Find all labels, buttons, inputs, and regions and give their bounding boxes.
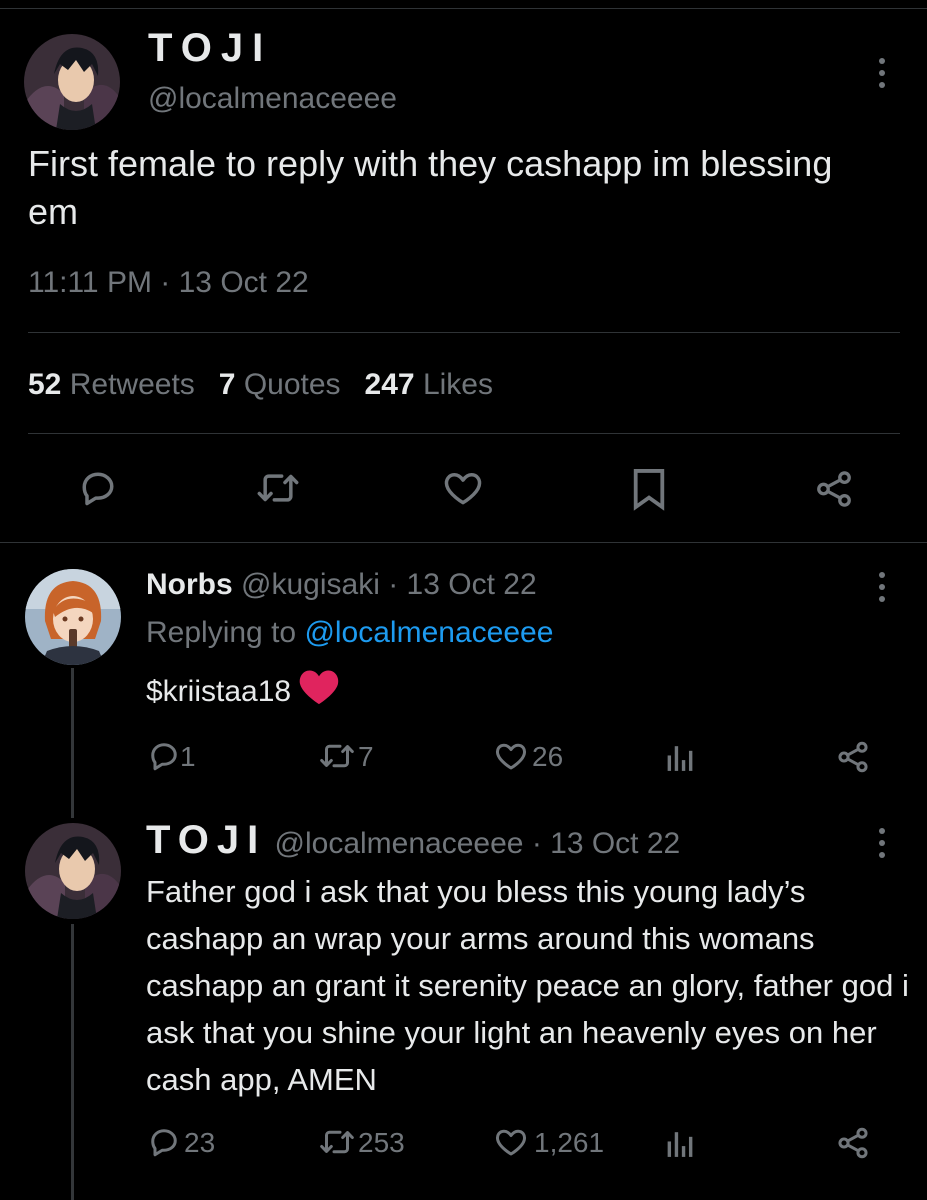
- author-handle[interactable]: @kugisaki: [241, 568, 380, 601]
- reply-count: 1: [180, 741, 196, 772]
- author-name[interactable]: TOJI: [146, 818, 266, 862]
- red-heart-emoji-icon: [297, 666, 341, 720]
- retweet-icon[interactable]: [316, 1124, 358, 1160]
- replying-to-link[interactable]: @localmenaceeee: [304, 616, 553, 649]
- retweet-count: 7: [358, 741, 374, 772]
- retweet-icon[interactable]: [316, 738, 358, 774]
- author-name[interactable]: Norbs: [146, 568, 233, 601]
- norbs-avatar-image: [25, 569, 121, 665]
- reply-count: 23: [184, 1127, 216, 1158]
- toji-avatar-image: [24, 34, 120, 130]
- retweets-label: Retweets: [69, 368, 195, 401]
- analytics-icon[interactable]: [664, 740, 696, 774]
- like-icon[interactable]: [492, 738, 530, 774]
- quotes-stat[interactable]: 7 Quotes: [219, 368, 341, 401]
- tweet-stats: 52 Retweets 7 Quotes 247 Likes: [28, 368, 493, 402]
- reply-icon[interactable]: [145, 1124, 183, 1160]
- tweet-action-bar: [0, 462, 927, 518]
- replying-to: Replying to @localmenaceeee: [146, 616, 553, 650]
- analytics-icon[interactable]: [664, 1126, 696, 1160]
- more-options-icon[interactable]: [876, 826, 888, 866]
- like-icon[interactable]: [492, 1124, 530, 1160]
- share-icon[interactable]: [834, 1125, 872, 1161]
- tweet-timestamp[interactable]: 11:11 PM · 13 Oct 22: [28, 266, 309, 300]
- author-handle[interactable]: @localmenaceeee: [148, 82, 397, 116]
- more-options-icon[interactable]: [876, 56, 888, 96]
- like-count: 1,261: [534, 1127, 605, 1158]
- quotes-label: Quotes: [243, 368, 341, 401]
- tweet-text: First female to reply with they cashapp …: [28, 143, 833, 232]
- divider: [28, 433, 900, 434]
- like-icon[interactable]: [440, 466, 486, 510]
- author-name[interactable]: TOJI: [148, 26, 272, 71]
- likes-stat[interactable]: 247 Likes: [365, 368, 493, 401]
- reply-header: TOJI @localmenaceeee · 13 Oct 22: [146, 818, 680, 863]
- reply-date[interactable]: · 13 Oct 22: [532, 827, 680, 860]
- bookmark-icon[interactable]: [630, 466, 668, 512]
- toji-avatar-image: [25, 823, 121, 919]
- quotes-count: 7: [218, 368, 236, 401]
- reply-date[interactable]: · 13 Oct 22: [388, 568, 536, 601]
- author-handle[interactable]: @localmenaceeee: [275, 827, 524, 860]
- thread-connector-line: [71, 668, 74, 818]
- retweets-stat[interactable]: 52 Retweets: [28, 368, 195, 401]
- reply-icon[interactable]: [76, 466, 120, 510]
- avatar[interactable]: [25, 569, 121, 665]
- tweet-thread-page: TOJI @localmenaceeee First female to rep…: [0, 0, 927, 1200]
- replying-prefix: Replying to: [146, 616, 297, 649]
- like-count: 26: [532, 741, 564, 772]
- likes-label: Likes: [422, 368, 493, 401]
- divider: [0, 542, 927, 543]
- reply-text-content: $kriistaa18: [146, 674, 292, 708]
- likes-count: 247: [364, 368, 415, 401]
- avatar[interactable]: [24, 34, 120, 130]
- reply-icon[interactable]: [145, 738, 183, 774]
- share-icon[interactable]: [812, 468, 856, 510]
- retweet-icon[interactable]: [254, 466, 302, 510]
- avatar[interactable]: [25, 823, 121, 919]
- divider: [28, 332, 900, 333]
- retweets-count: 52: [28, 368, 62, 401]
- more-options-icon[interactable]: [876, 570, 888, 610]
- reply-text: Father god i ask that you bless this you…: [146, 874, 909, 1097]
- reply-text: $kriistaa18: [146, 666, 341, 720]
- thread-connector-line: [71, 924, 74, 1200]
- reply-header: Norbs @kugisaki · 13 Oct 22: [146, 568, 537, 602]
- retweet-count: 253: [358, 1127, 405, 1158]
- share-icon[interactable]: [834, 739, 872, 775]
- top-divider: [0, 8, 927, 9]
